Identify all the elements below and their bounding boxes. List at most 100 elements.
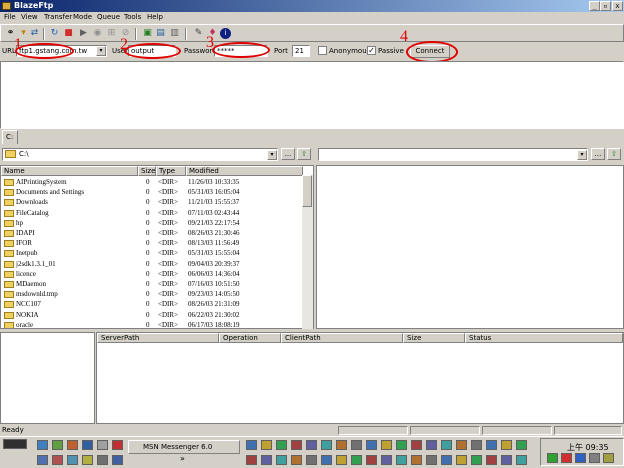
taskbar-app-icon[interactable] [336,440,347,450]
maximize-button[interactable]: ▫ [600,1,611,11]
menu-queue[interactable]: Queue [97,13,120,21]
taskbar-app-icon[interactable] [411,440,422,450]
file-row[interactable]: j2sdk1.3.1_01 0 <DIR> 09/04/03 20:39:37 [1,259,303,269]
passive-checkbox[interactable]: ✓ [367,46,376,55]
taskbar-app-icon[interactable] [411,455,422,465]
start-icon[interactable] [3,439,27,449]
taskbar-app-icon[interactable] [366,455,377,465]
menu-help[interactable]: Help [147,13,163,21]
local-scrollbar[interactable] [302,175,313,329]
taskbar-app-icon[interactable] [291,455,302,465]
taskbar-app-icon[interactable] [321,455,332,465]
taskbar-app-icon[interactable] [82,455,93,465]
taskbar-app-icon[interactable] [426,455,437,465]
column-serverpath[interactable]: ServerPath [97,333,219,343]
file-row[interactable]: hp 0 <DIR> 09/21/03 22:17:54 [1,218,303,228]
menu-transfer[interactable]: Transfer [44,13,72,21]
file-row[interactable]: Inetpub 0 <DIR> 05/31/03 15:55:04 [1,248,303,258]
file-row[interactable]: MDaemon 0 <DIR> 07/16/03 10:51:50 [1,279,303,289]
taskbar-app-icon[interactable] [456,455,467,465]
file-row[interactable]: Documents and Settings 0 <DIR> 05/31/03 16:… [1,187,303,197]
remote-file-list[interactable] [316,165,624,329]
taskbar-app-icon[interactable] [276,440,287,450]
local-browse-button[interactable]: ... [281,148,295,160]
tray-icon[interactable] [603,453,614,463]
log-panel[interactable] [0,61,624,129]
file-row[interactable]: msdownld.tmp 0 <DIR> 09/23/03 14:05:50 [1,289,303,299]
taskbar-app-icon[interactable] [37,455,48,465]
quicklaunch-icon[interactable] [52,440,63,450]
column-type[interactable]: Type [156,166,186,176]
list-view-icon[interactable]: ▤ [155,28,166,39]
minimize-button[interactable]: _ [589,1,600,11]
split-view-icon[interactable]: ▥ [169,28,180,39]
file-row[interactable]: NCC107 0 <DIR> 08/26/03 21:31:09 [1,299,303,309]
taskbar-app-icon[interactable] [396,440,407,450]
taskbar-app-icon[interactable] [261,440,272,450]
file-row[interactable]: IDAPI 0 <DIR> 08/26/03 21:30:46 [1,228,303,238]
edit-icon[interactable]: ✎ [193,28,204,39]
taskbar-app-icon[interactable] [486,455,497,465]
taskbar-app-icon[interactable] [441,455,452,465]
file-row[interactable]: licence 0 <DIR> 06/06/03 14:36:04 [1,269,303,279]
taskbar-app-icon[interactable] [366,440,377,450]
url-dropdown-button[interactable]: ▾ [96,46,106,56]
quicklaunch-icon[interactable] [112,440,123,450]
local-path-combo[interactable]: C:\ ▾ [2,148,278,161]
taskbar-expand[interactable]: » [180,454,185,463]
column-status[interactable]: Status [465,333,623,343]
column-clientpath[interactable]: ClientPath [281,333,403,343]
local-file-list[interactable]: Name Size Type Modified AIPrintingSystem… [0,165,314,329]
queue-tree[interactable] [0,332,95,424]
taskbar-app-icon[interactable] [441,440,452,450]
quicklaunch-icon[interactable] [37,440,48,450]
quicklaunch-icon[interactable] [82,440,93,450]
tray-icon[interactable] [589,453,600,463]
menu-mode[interactable]: Mode [73,13,92,21]
msn-messenger-task[interactable]: MSN Messenger 6.0 [128,440,240,454]
tray-icon[interactable] [575,453,586,463]
taskbar-app-icon[interactable] [276,455,287,465]
taskbar-app-icon[interactable] [52,455,63,465]
taskbar-app-icon[interactable] [321,440,332,450]
remote-browse-button[interactable]: ... [591,148,605,160]
menu-tools[interactable]: Tools [124,13,141,21]
menu-view[interactable]: View [21,13,38,21]
taskbar-app-icon[interactable] [426,440,437,450]
queue-icon[interactable]: ⊞ [106,28,117,39]
column-operation[interactable]: Operation [219,333,281,343]
stop-icon[interactable]: ■ [63,28,74,39]
column-size[interactable]: Size [138,166,156,176]
refresh-icon[interactable]: ↻ [49,28,60,39]
column-modified[interactable]: Modified [186,166,303,176]
tray-icon[interactable] [547,453,558,463]
quicklaunch-icon[interactable] [97,440,108,450]
taskbar-app-icon[interactable] [501,440,512,450]
taskbar-app-icon[interactable] [351,455,362,465]
close-button[interactable]: x [612,1,623,11]
taskbar-app-icon[interactable] [67,455,78,465]
tab-drive-c[interactable]: C: [2,130,18,144]
taskbar-app-icon[interactable] [246,455,257,465]
taskbar-app-icon[interactable] [396,455,407,465]
pause-icon[interactable]: ◉ [92,28,103,39]
file-row[interactable]: Downloads 0 <DIR> 11/21/03 15:55:37 [1,197,303,207]
transfer-queue[interactable]: ServerPath Operation ClientPath Size Sta… [96,332,624,424]
taskbar-app-icon[interactable] [97,455,108,465]
taskbar-app-icon[interactable] [456,440,467,450]
taskbar-app-icon[interactable] [516,455,527,465]
file-row[interactable]: FileCatalog 0 <DIR> 07/11/03 02:43:44 [1,208,303,218]
taskbar-app-icon[interactable] [381,455,392,465]
taskbar-app-icon[interactable] [246,440,257,450]
taskbar-app-icon[interactable] [291,440,302,450]
tray-icon[interactable] [561,453,572,463]
file-row[interactable]: AIPrintingSystem 0 <DIR> 11/26/03 10:33:35 [1,177,303,187]
menu-file[interactable]: File [4,13,16,21]
remote-path-dropdown-button[interactable]: ▾ [577,150,587,160]
taskbar-app-icon[interactable] [112,455,123,465]
info-icon[interactable]: i [220,28,231,39]
play-icon[interactable]: ▶ [78,28,89,39]
taskbar-app-icon[interactable] [486,440,497,450]
taskbar-app-icon[interactable] [501,455,512,465]
taskbar-app-icon[interactable] [306,455,317,465]
